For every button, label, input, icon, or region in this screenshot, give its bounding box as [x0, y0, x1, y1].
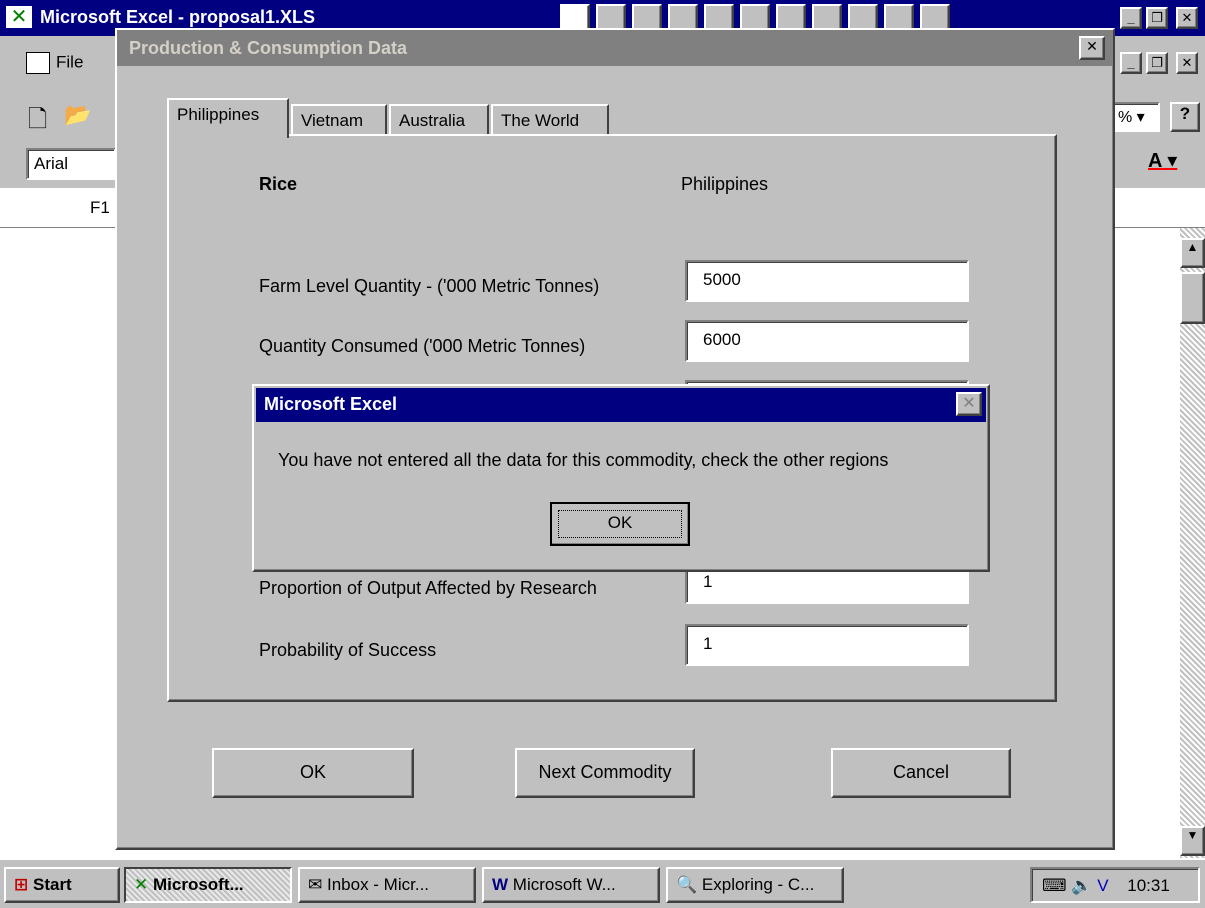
taskbar-item-inbox[interactable]: ✉ Inbox - Micr...: [298, 867, 476, 903]
open-folder-icon[interactable]: 📂: [64, 102, 91, 128]
message-ok-button[interactable]: OK: [550, 502, 690, 546]
scroll-thumb[interactable]: [1180, 272, 1205, 324]
explorer-task-icon: 🔍: [676, 875, 698, 894]
message-text: You have not entered all the data for th…: [278, 450, 889, 470]
excel-task-icon: ✕: [134, 875, 149, 894]
clock: 10:31: [1127, 876, 1170, 895]
inbox-task-icon: ✉: [308, 875, 323, 894]
taskbar-item-word[interactable]: W Microsoft W...: [482, 867, 660, 903]
message-box-title: Microsoft Excel: [264, 394, 398, 414]
dialog-titlebar: Production & Consumption Data: [117, 30, 1113, 66]
keyboard-icon[interactable]: ⌨: [1042, 876, 1067, 895]
windows-logo-icon: ⊞: [14, 875, 29, 894]
message-box-titlebar: Microsoft Excel: [256, 388, 986, 422]
volume-icon[interactable]: 🔈: [1071, 876, 1092, 895]
tab-philippines[interactable]: Philippines: [167, 98, 289, 138]
scroll-up-button[interactable]: ▲: [1180, 238, 1205, 268]
restore-button[interactable]: ❐: [1146, 7, 1168, 29]
font-color-button[interactable]: A ▾: [1148, 148, 1177, 173]
farm-level-quantity-input[interactable]: 5000: [685, 260, 969, 302]
proportion-affected-label: Proportion of Output Affected by Researc…: [259, 578, 597, 598]
zoom-select[interactable]: % ▾: [1110, 102, 1160, 132]
farm-level-quantity-label: Farm Level Quantity - ('000 Metric Tonne…: [259, 276, 600, 296]
minimize-button[interactable]: _: [1120, 7, 1142, 29]
quantity-consumed-input[interactable]: 6000: [685, 320, 969, 362]
help-icon[interactable]: ?: [1170, 102, 1200, 132]
focus-rectangle: [558, 510, 682, 538]
scroll-down-button[interactable]: ▼: [1180, 826, 1205, 856]
commodity-label: Rice: [259, 174, 298, 194]
dialog-close-icon[interactable]: ✕: [1079, 36, 1105, 60]
vertical-scrollbar[interactable]: ▲ ▼: [1180, 228, 1205, 858]
ok-button[interactable]: OK: [212, 748, 414, 798]
new-document-icon[interactable]: 🗋: [28, 102, 47, 143]
message-box-close-icon[interactable]: ✕: [956, 392, 982, 416]
excel-window-title: Microsoft Excel - proposal1.XLS: [40, 7, 316, 27]
document-icon: [26, 52, 50, 74]
tab-vietnam[interactable]: Vietnam: [291, 104, 387, 136]
doc-minimize-button[interactable]: _: [1120, 52, 1142, 74]
taskbar-item-exploring[interactable]: 🔍 Exploring - C...: [666, 867, 844, 903]
antivirus-icon[interactable]: V: [1097, 876, 1108, 895]
taskbar: ⊞ Start ✕ Microsoft... ✉ Inbox - Micr...…: [0, 858, 1205, 908]
word-task-icon: W: [492, 875, 509, 894]
name-box[interactable]: F1: [90, 198, 110, 218]
doc-restore-button[interactable]: ❐: [1146, 52, 1168, 74]
excel-icon: ✕: [6, 6, 32, 28]
menu-file[interactable]: File: [26, 52, 83, 74]
start-button[interactable]: ⊞ Start: [4, 867, 120, 903]
next-commodity-button[interactable]: Next Commodity: [515, 748, 695, 798]
cancel-button[interactable]: Cancel: [831, 748, 1011, 798]
dialog-title: Production & Consumption Data: [129, 38, 407, 58]
font-name-select[interactable]: Arial: [26, 148, 116, 180]
excel-message-box: Microsoft Excel ✕ You have not entered a…: [252, 384, 990, 572]
probability-success-input[interactable]: 1: [685, 624, 969, 666]
probability-success-label: Probability of Success: [259, 640, 437, 660]
doc-close-button[interactable]: ✕: [1176, 52, 1198, 74]
taskbar-item-excel[interactable]: ✕ Microsoft...: [124, 867, 292, 903]
quantity-consumed-label: Quantity Consumed ('000 Metric Tonnes): [259, 336, 586, 356]
close-button[interactable]: ✕: [1176, 7, 1198, 29]
tab-australia[interactable]: Australia: [389, 104, 489, 136]
system-tray: ⌨ 🔈 V 10:31: [1030, 867, 1200, 903]
tab-the-world[interactable]: The World: [491, 104, 609, 136]
region-label: Philippines: [681, 174, 769, 194]
